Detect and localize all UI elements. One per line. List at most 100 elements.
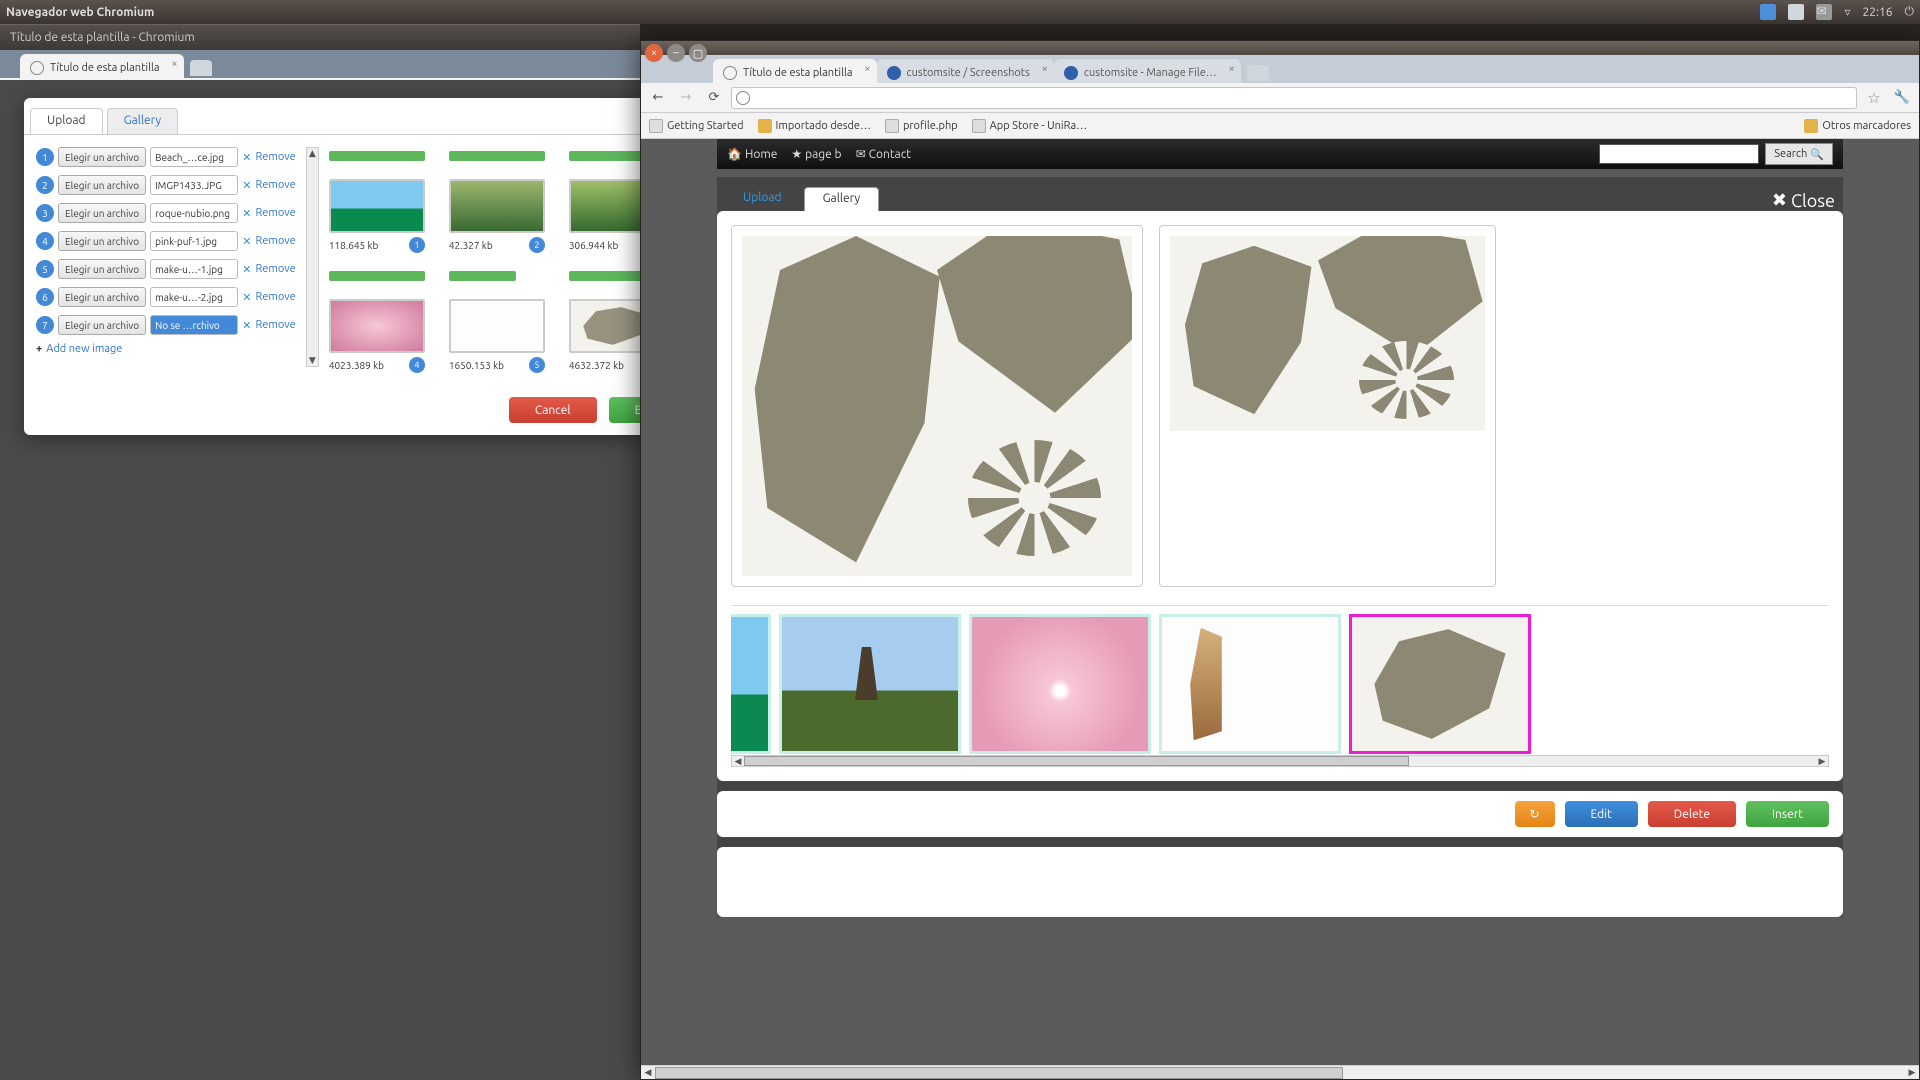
- remove-link[interactable]: Remove: [256, 151, 296, 163]
- thumb-image: [449, 179, 545, 233]
- back-nav-button[interactable]: ←: [647, 87, 669, 109]
- dropbox-icon[interactable]: [1788, 4, 1804, 20]
- bookmark-getting-started[interactable]: Getting Started: [649, 119, 744, 133]
- filmstrip-scrollbar[interactable]: ◀ ▶: [731, 755, 1829, 767]
- refresh-button[interactable]: ↻: [1515, 801, 1555, 827]
- window-titlebar-left[interactable]: Título de esta plantilla - Chromium: [0, 24, 640, 50]
- filmstrip-thumb-2[interactable]: [969, 614, 1151, 754]
- tab-label: Título de esta plantilla: [50, 62, 160, 74]
- remove-link[interactable]: Remove: [256, 235, 296, 247]
- choose-file-button[interactable]: Elegir un archivo: [58, 287, 146, 307]
- scroll-down-icon[interactable]: ▼: [309, 355, 316, 366]
- network-icon[interactable]: ▿: [1844, 5, 1850, 19]
- nav-contact[interactable]: ✉Contact: [856, 147, 911, 161]
- preview-small[interactable]: [1159, 225, 1496, 587]
- forward-nav-button[interactable]: →: [675, 87, 697, 109]
- bookmark-appstore[interactable]: App Store - UniRa…: [972, 119, 1087, 133]
- mail-icon[interactable]: ✉: [1816, 4, 1832, 20]
- clock[interactable]: 22:16: [1862, 6, 1892, 19]
- site-search-input[interactable]: [1599, 144, 1759, 164]
- row-number: 1: [36, 148, 54, 166]
- edit-button[interactable]: Edit: [1565, 801, 1638, 827]
- right-browser-window: × – ▢ Título de esta plantilla × customs…: [640, 40, 1920, 1080]
- browser-tab-2[interactable]: customsite / Screenshots ×: [877, 59, 1054, 83]
- remove-link[interactable]: Remove: [256, 207, 296, 219]
- choose-file-button[interactable]: Elegir un archivo: [58, 231, 146, 251]
- tab-gallery[interactable]: Gallery: [804, 187, 880, 211]
- thumb-1[interactable]: 118.645 kb1: [329, 179, 425, 253]
- bookmark-importado[interactable]: Importado desde…: [758, 119, 871, 133]
- cancel-button[interactable]: Cancel: [509, 397, 597, 423]
- choose-file-button[interactable]: Elegir un archivo: [58, 315, 146, 335]
- remove-x-icon[interactable]: ✕: [242, 235, 251, 248]
- remove-link[interactable]: Remove: [256, 291, 296, 303]
- remove-x-icon[interactable]: ✕: [242, 319, 251, 332]
- url-bar[interactable]: [731, 87, 1857, 109]
- thumb-2[interactable]: 42.327 kb2: [449, 179, 545, 253]
- thumb-4[interactable]: 4023.389 kb4: [329, 299, 425, 373]
- filmstrip-thumb-4-selected[interactable]: [1349, 614, 1531, 754]
- filmstrip-thumb-1[interactable]: [779, 614, 961, 754]
- thumb-5[interactable]: 1650.153 kb5: [449, 299, 545, 373]
- new-tab-button[interactable]: [190, 60, 212, 76]
- favicon-icon: [30, 61, 44, 75]
- wrench-menu-icon[interactable]: 🔧: [1891, 87, 1913, 109]
- remove-link[interactable]: Remove: [256, 263, 296, 275]
- scroll-handle[interactable]: [744, 756, 1409, 766]
- nav-pageb[interactable]: ★page b: [791, 147, 841, 161]
- upload-progress-5: [449, 271, 545, 281]
- preview-large[interactable]: [731, 225, 1143, 587]
- browser-tab-3[interactable]: customsite - Manage File… ×: [1054, 59, 1241, 83]
- close-tab-icon[interactable]: ×: [171, 58, 177, 70]
- bookmark-profile[interactable]: profile.php: [885, 119, 958, 133]
- shutdown-icon[interactable]: ⏻: [1905, 5, 1915, 19]
- scroll-track[interactable]: [655, 1067, 1905, 1079]
- close-tab-icon[interactable]: ×: [864, 63, 870, 75]
- browser-tab-1-left[interactable]: Título de esta plantilla ×: [20, 54, 184, 78]
- nav-home[interactable]: 🏠Home: [727, 147, 777, 161]
- scroll-right-icon[interactable]: ▶: [1816, 756, 1828, 767]
- remove-link[interactable]: Remove: [256, 179, 296, 191]
- tab-gallery[interactable]: Gallery: [107, 108, 179, 134]
- scroll-right-icon[interactable]: ▶: [1905, 1067, 1919, 1078]
- tab-upload[interactable]: Upload: [30, 108, 103, 134]
- window-maximize-button[interactable]: ▢: [689, 44, 707, 62]
- insert-button[interactable]: Insert: [1746, 801, 1829, 827]
- bookmark-star-icon[interactable]: ☆: [1863, 87, 1885, 109]
- window-close-button[interactable]: ×: [645, 44, 663, 62]
- scroll-handle[interactable]: [655, 1067, 1343, 1079]
- filmstrip-thumb-3[interactable]: [1159, 614, 1341, 754]
- filmstrip-thumb-0[interactable]: [731, 614, 771, 754]
- scroll-left-icon[interactable]: ◀: [732, 756, 744, 767]
- remove-x-icon[interactable]: ✕: [242, 179, 251, 192]
- delete-button[interactable]: Delete: [1648, 801, 1736, 827]
- remove-x-icon[interactable]: ✕: [242, 151, 251, 164]
- close-tab-icon[interactable]: ×: [1229, 63, 1235, 75]
- file-list-scrollbar[interactable]: ▲ ▼: [306, 147, 319, 367]
- close-button[interactable]: ✖ Close: [1772, 190, 1835, 211]
- close-tab-icon[interactable]: ×: [1042, 63, 1048, 75]
- browser-tab-active[interactable]: Título de esta plantilla ×: [713, 59, 877, 83]
- choose-file-button[interactable]: Elegir un archivo: [58, 203, 146, 223]
- window-minimize-button[interactable]: –: [667, 44, 685, 62]
- choose-file-button[interactable]: Elegir un archivo: [58, 147, 146, 167]
- tab-upload[interactable]: Upload: [725, 187, 800, 211]
- window-titlebar-right[interactable]: × – ▢: [641, 41, 1919, 55]
- file-name: make-u…-1.jpg: [150, 259, 238, 279]
- scroll-left-icon[interactable]: ◀: [641, 1067, 655, 1078]
- remove-x-icon[interactable]: ✕: [242, 291, 251, 304]
- add-new-image-link[interactable]: + Add new image: [36, 343, 296, 355]
- scroll-up-icon[interactable]: ▲: [309, 148, 316, 159]
- bookmark-otros[interactable]: Otros marcadores: [1804, 119, 1911, 133]
- remove-link[interactable]: Remove: [256, 319, 296, 331]
- remove-x-icon[interactable]: ✕: [242, 263, 251, 276]
- remove-x-icon[interactable]: ✕: [242, 207, 251, 220]
- choose-file-button[interactable]: Elegir un archivo: [58, 175, 146, 195]
- choose-file-button[interactable]: Elegir un archivo: [58, 259, 146, 279]
- site-search-button[interactable]: Search 🔍: [1765, 143, 1833, 165]
- scroll-track[interactable]: [744, 756, 1816, 766]
- sync-icon[interactable]: [1760, 4, 1776, 20]
- page-horizontal-scrollbar[interactable]: ◀ ▶: [641, 1065, 1919, 1079]
- reload-button[interactable]: ⟳: [703, 87, 725, 109]
- new-tab-button[interactable]: [1247, 65, 1269, 81]
